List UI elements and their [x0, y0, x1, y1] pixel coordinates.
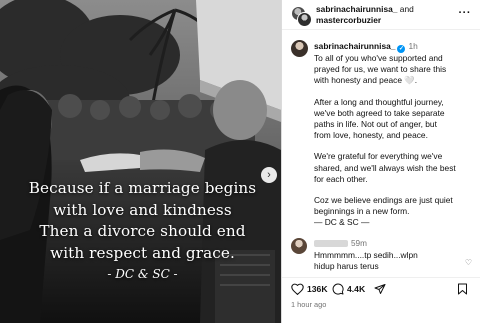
share-button[interactable]: [374, 283, 389, 295]
comment-icon: [332, 283, 344, 295]
comment-header: 59m: [314, 239, 367, 248]
caption-line: We're grateful for everything we've: [314, 151, 443, 162]
comment-username-link[interactable]: [314, 240, 348, 247]
owner-username-link[interactable]: sabrinachairunnisa_: [316, 4, 397, 14]
avatar[interactable]: [297, 12, 312, 27]
comment-like-icon[interactable]: ♡: [465, 258, 472, 267]
heart-icon: [291, 283, 304, 295]
owner-joiner: and: [397, 4, 414, 14]
chevron-right-icon[interactable]: ›: [261, 167, 277, 183]
post-side-panel: sabrinachairunnisa_ and mastercorbuzier …: [281, 0, 480, 323]
caption-paragraph: Coz we believe endings are just quiet be…: [314, 195, 476, 229]
caption-line: shared, and we'll always wish the best: [314, 162, 456, 173]
caption-line: paths in life. Not out of anger, but: [314, 119, 437, 130]
caption-text: To all of you who've supported and praye…: [314, 53, 476, 229]
comment-line: Hmmmmm....tp sedih...wlpn: [314, 250, 418, 260]
caption-paragraph: To all of you who've supported and praye…: [314, 53, 476, 87]
quote-line: with respect and grace.: [50, 243, 235, 262]
quote-line: Then a divorce should end: [39, 222, 246, 240]
avatar[interactable]: [291, 40, 308, 57]
like-count[interactable]: 136K: [307, 284, 328, 294]
caption-line: we've both agreed to take separate: [314, 107, 445, 118]
collab-avatars[interactable]: [291, 6, 312, 27]
action-bar: 136K 4.4K: [282, 277, 480, 299]
quote-line: Because if a marriage begins: [28, 179, 257, 197]
caption-line: Coz we believe endings are just quiet: [314, 195, 453, 206]
photo-quote: Because if a marriage begins with love a…: [14, 178, 271, 283]
like-button[interactable]: 136K: [291, 283, 328, 295]
comment-text: Hmmmmm....tp sedih...wlpn hidup harus te…: [314, 250, 474, 272]
quote-signature: - DC & SC -: [107, 267, 178, 281]
caption-line: with honesty and peace 🤍.: [314, 75, 418, 86]
caption-line: To all of you who've supported and: [314, 53, 443, 63]
more-horizontal-icon[interactable]: ···: [459, 7, 472, 19]
comment-time[interactable]: 59m: [351, 239, 367, 248]
caption-paragraph: After a long and thoughtful journey, we'…: [314, 97, 476, 142]
comment-line: hidup harus terus: [314, 261, 379, 272]
caption-header: sabrinachairunnisa_ ✓ 1h: [314, 41, 418, 53]
caption-time[interactable]: 1h: [408, 41, 417, 51]
caption-line: — DC & SC —: [314, 217, 370, 228]
bookmark-icon: [458, 283, 467, 295]
caption-line: prayed for us, we want to share this: [314, 64, 447, 75]
comment-button[interactable]: 4.4K: [332, 283, 365, 295]
avatar[interactable]: [291, 238, 307, 254]
comment-count[interactable]: 4.4K: [347, 284, 365, 294]
caption-line: for each other.: [314, 173, 368, 184]
post-header: sabrinachairunnisa_ and mastercorbuzier …: [282, 0, 480, 30]
quote-line: with love and kindness: [53, 200, 232, 219]
post-timestamp[interactable]: 1 hour ago: [291, 300, 326, 309]
post-owners: sabrinachairunnisa_ and mastercorbuzier: [316, 4, 414, 26]
verified-badge-icon: ✓: [397, 45, 406, 53]
caption-line: After a long and thoughtful journey,: [314, 96, 444, 107]
caption-username-link[interactable]: sabrinachairunnisa_: [314, 41, 395, 51]
save-button[interactable]: [457, 283, 471, 295]
post-photo[interactable]: Because if a marriage begins with love a…: [0, 0, 281, 323]
caption-line: beginnings in a new form.: [314, 206, 410, 217]
caption-paragraph: We're grateful for everything we've shar…: [314, 151, 476, 185]
caption-line: from love, honesty, and peace.: [314, 130, 428, 141]
send-icon: [374, 284, 386, 294]
owner-username-link[interactable]: mastercorbuzier: [316, 15, 381, 25]
